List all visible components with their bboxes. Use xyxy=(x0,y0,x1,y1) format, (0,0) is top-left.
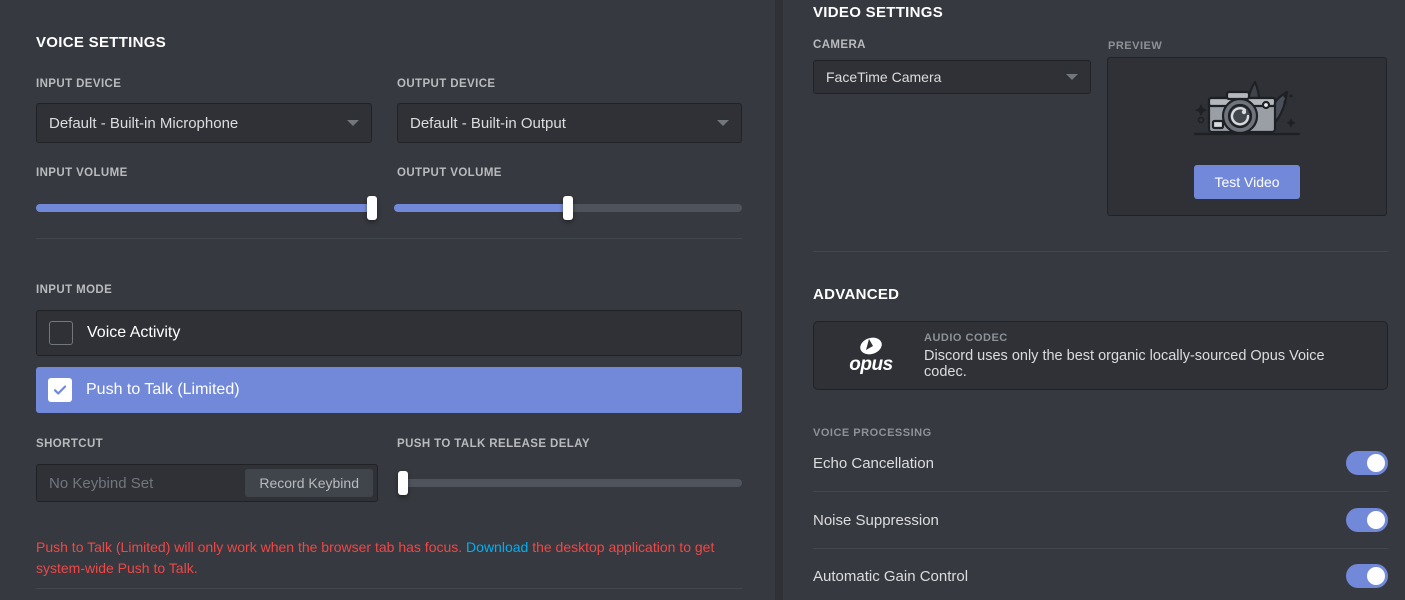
opus-logo-icon: opus xyxy=(836,336,906,376)
chevron-down-icon xyxy=(717,120,729,126)
input-mode-label: INPUT MODE xyxy=(36,284,113,296)
slider-thumb[interactable] xyxy=(563,196,573,220)
toggle-row-noise-suppression[interactable]: Noise Suppression xyxy=(813,492,1388,548)
slider-fill xyxy=(36,204,372,212)
shortcut-keybind-field[interactable]: No Keybind Set Record Keybind xyxy=(36,464,378,502)
input-mode-option-voice-activity[interactable]: Voice Activity xyxy=(36,310,742,356)
toggle-switch-automatic-gain-control[interactable] xyxy=(1346,564,1388,588)
input-volume-label: INPUT VOLUME xyxy=(36,167,128,179)
download-link[interactable]: Download xyxy=(466,539,528,555)
codec-description: Discord uses only the best organic local… xyxy=(924,347,1325,380)
checkbox-unchecked-icon[interactable] xyxy=(49,321,73,345)
release-delay-slider[interactable] xyxy=(398,471,742,495)
panel-scroll-gutter[interactable] xyxy=(775,0,783,600)
output-device-select[interactable]: Default - Built-in Output xyxy=(397,103,742,143)
svg-text:opus: opus xyxy=(849,354,892,375)
chevron-down-icon xyxy=(1066,74,1078,80)
input-device-label: INPUT DEVICE xyxy=(36,78,122,90)
toggle-row-echo-cancellation[interactable]: Echo Cancellation xyxy=(813,435,1388,491)
slider-track xyxy=(400,479,742,487)
keybind-placeholder: No Keybind Set xyxy=(49,474,154,492)
audio-codec-card: opus AUDIO CODEC Discord uses only the b… xyxy=(813,321,1388,390)
video-settings-panel: VIDEO SETTINGS CAMERA FaceTime Camera PR… xyxy=(783,0,1405,600)
record-keybind-button[interactable]: Record Keybind xyxy=(245,469,373,497)
input-mode-label-push-to-talk: Push to Talk (Limited) xyxy=(86,381,240,398)
input-device-select[interactable]: Default - Built-in Microphone xyxy=(36,103,372,143)
slider-thumb[interactable] xyxy=(367,196,377,220)
divider xyxy=(813,251,1388,252)
push-to-talk-warning: Push to Talk (Limited) will only work wh… xyxy=(36,537,736,579)
output-volume-slider[interactable] xyxy=(394,196,742,220)
video-settings-title: VIDEO SETTINGS xyxy=(813,4,944,21)
codec-text-block: AUDIO CODEC Discord uses only the best o… xyxy=(924,332,1365,380)
chevron-down-icon xyxy=(347,120,359,126)
input-device-value: Default - Built-in Microphone xyxy=(49,114,239,132)
shortcut-label: SHORTCUT xyxy=(36,438,104,450)
toggle-row-automatic-gain-control[interactable]: Automatic Gain Control xyxy=(813,548,1388,600)
divider xyxy=(36,238,742,239)
advanced-title: ADVANCED xyxy=(813,286,900,303)
camera-select[interactable]: FaceTime Camera xyxy=(813,60,1091,94)
settings-screen: VOICE SETTINGS INPUT DEVICE Default - Bu… xyxy=(0,0,1405,600)
slider-thumb[interactable] xyxy=(398,471,409,495)
toggle-label-automatic-gain-control: Automatic Gain Control xyxy=(813,567,969,585)
input-mode-option-push-to-talk[interactable]: Push to Talk (Limited) xyxy=(36,367,742,413)
toggle-knob xyxy=(1367,511,1385,529)
release-delay-label: PUSH TO TALK RELEASE DELAY xyxy=(397,438,590,450)
toggle-switch-noise-suppression[interactable] xyxy=(1346,508,1388,532)
output-device-value: Default - Built-in Output xyxy=(410,114,566,132)
slider-fill xyxy=(394,204,568,212)
toggle-knob xyxy=(1367,454,1385,472)
test-video-button[interactable]: Test Video xyxy=(1194,165,1300,199)
camera-value: FaceTime Camera xyxy=(826,69,942,85)
divider xyxy=(36,588,742,589)
output-device-label: OUTPUT DEVICE xyxy=(397,78,496,90)
camera-preview-box: Test Video xyxy=(1107,57,1387,216)
preview-label: PREVIEW xyxy=(1108,40,1163,52)
toggle-label-echo-cancellation: Echo Cancellation xyxy=(813,454,934,472)
voice-settings-panel: VOICE SETTINGS INPUT DEVICE Default - Bu… xyxy=(0,0,775,600)
camera-illustration-icon xyxy=(1187,74,1307,157)
warning-text-before: Push to Talk (Limited) will only work wh… xyxy=(36,539,467,555)
camera-label: CAMERA xyxy=(813,39,866,51)
codec-kicker: AUDIO CODEC xyxy=(924,331,1008,344)
toggle-knob xyxy=(1367,567,1385,585)
voice-settings-title: VOICE SETTINGS xyxy=(36,34,167,51)
toggle-switch-echo-cancellation[interactable] xyxy=(1346,451,1388,475)
toggle-label-noise-suppression: Noise Suppression xyxy=(813,511,939,529)
input-volume-slider[interactable] xyxy=(36,196,377,220)
input-mode-label-voice-activity: Voice Activity xyxy=(87,324,181,341)
checkbox-checked-icon[interactable] xyxy=(48,378,72,402)
output-volume-label: OUTPUT VOLUME xyxy=(397,167,502,179)
